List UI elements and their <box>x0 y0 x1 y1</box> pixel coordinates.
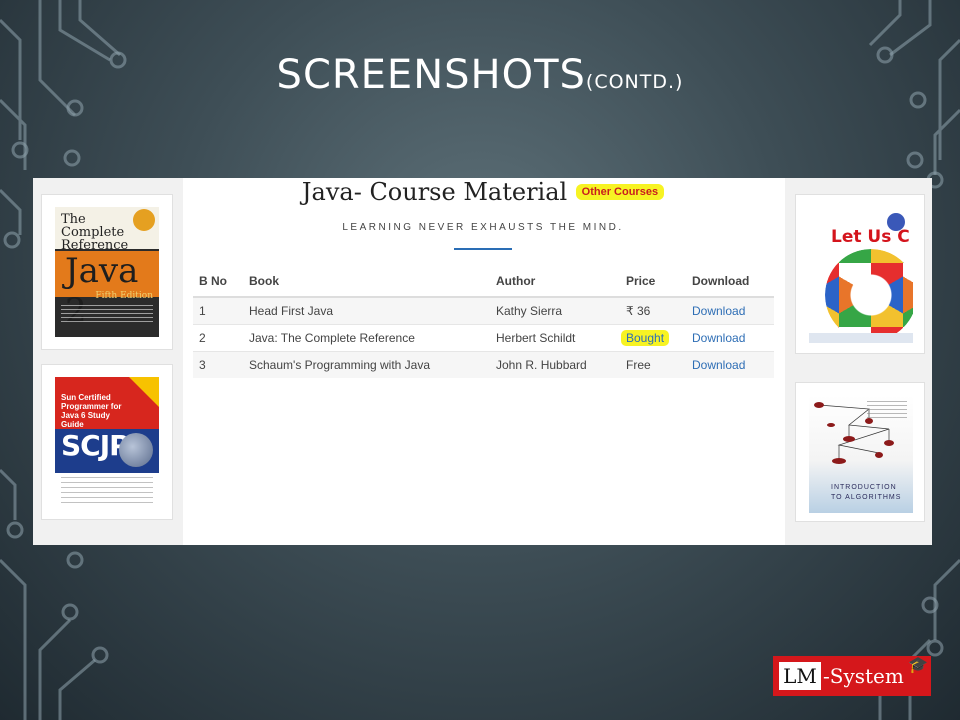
course-tagline: LEARNING NEVER EXHAUSTS THE MIND. <box>342 222 624 233</box>
bought-status: Bought <box>621 330 670 346</box>
cell-bno: 1 <box>193 296 243 325</box>
table-header-row: B No Book Author Price Download <box>193 270 774 298</box>
badge-icon <box>133 209 155 231</box>
cell-author: Kathy Sierra <box>490 296 620 325</box>
cell-author: John R. Hubbard <box>490 351 620 378</box>
scjp-cover-subtitle: Sun Certified Programmer for Java 6 Stud… <box>61 393 122 429</box>
download-link[interactable]: Download <box>692 331 745 345</box>
lm-system-logo: LM -System 🎓 <box>773 656 931 696</box>
book-card-java2[interactable]: The Complete Reference Java 2 Fifth Edit… <box>41 194 173 350</box>
algorithms-cover-title: INTRODUCTION TO ALGORITHMS <box>831 484 902 501</box>
cell-bno: 3 <box>193 351 243 378</box>
algorithms-cover-image: INTRODUCTION TO ALGORITHMS <box>809 395 913 513</box>
col-header-bno: B No <box>193 270 243 298</box>
cell-book: Java: The Complete Reference <box>243 324 490 352</box>
other-courses-link[interactable]: Other Courses <box>575 184 665 200</box>
cell-author: Herbert Schildt <box>490 324 620 352</box>
slide-title-suffix: (CONTD.) <box>585 71 684 93</box>
download-link[interactable]: Download <box>692 358 745 372</box>
left-book-column: The Complete Reference Java 2 Fifth Edit… <box>33 178 183 545</box>
java2-cover-image: The Complete Reference Java 2 Fifth Edit… <box>55 207 159 337</box>
logo-system-text: -System <box>823 664 904 688</box>
graduation-cap-icon: 🎓 <box>908 657 928 674</box>
letusc-cover-image: Let Us C <box>809 207 913 343</box>
scjp-cover-image: Sun Certified Programmer for Java 6 Stud… <box>55 377 159 511</box>
slide-title-main: SCREENSHOTS <box>276 52 586 98</box>
course-heading: Java- Course Material Other Courses <box>191 178 775 206</box>
table-row: 1 Head First Java Kathy Sierra ₹ 36 Down… <box>193 296 774 325</box>
letusc-cover-title: Let Us C <box>831 227 910 247</box>
col-header-download: Download <box>686 270 774 298</box>
book-card-algorithms[interactable]: INTRODUCTION TO ALGORITHMS <box>795 382 925 522</box>
course-title: Java- Course Material <box>301 178 568 206</box>
books-table: B No Book Author Price Download 1 Head F… <box>193 270 774 378</box>
col-header-author: Author <box>490 270 620 298</box>
cell-price: ₹ 36 <box>620 296 686 325</box>
col-header-book: Book <box>243 270 490 298</box>
book-card-scjp[interactable]: Sun Certified Programmer for Java 6 Stud… <box>41 364 173 520</box>
slide-title: SCREENSHOTS(CONTD.) <box>0 52 960 98</box>
table-row: 3 Schaum's Programming with Java John R.… <box>193 351 774 378</box>
cell-bno: 2 <box>193 324 243 352</box>
globe-icon <box>119 433 153 467</box>
table-row: 2 Java: The Complete Reference Herbert S… <box>193 324 774 352</box>
title-divider <box>454 248 512 250</box>
rope-c-icon <box>825 249 913 341</box>
download-link[interactable]: Download <box>692 304 745 318</box>
logo-lm-text: LM <box>779 662 821 690</box>
col-header-price: Price <box>620 270 686 298</box>
cell-book: Schaum's Programming with Java <box>243 351 490 378</box>
book-card-letusc[interactable]: Let Us C <box>795 194 925 354</box>
java2-cover-title-top: The Complete Reference <box>61 212 129 253</box>
right-book-column: Let Us C INTRODUCTION TO ALGORITHMS <box>785 178 932 545</box>
course-content: Java- Course Material Other Courses LEAR… <box>191 178 775 545</box>
java2-cover-edition: Fifth Edition <box>95 291 153 301</box>
cell-price: Free <box>620 351 686 378</box>
cell-book: Head First Java <box>243 296 490 325</box>
course-page-screenshot: The Complete Reference Java 2 Fifth Edit… <box>33 178 932 545</box>
